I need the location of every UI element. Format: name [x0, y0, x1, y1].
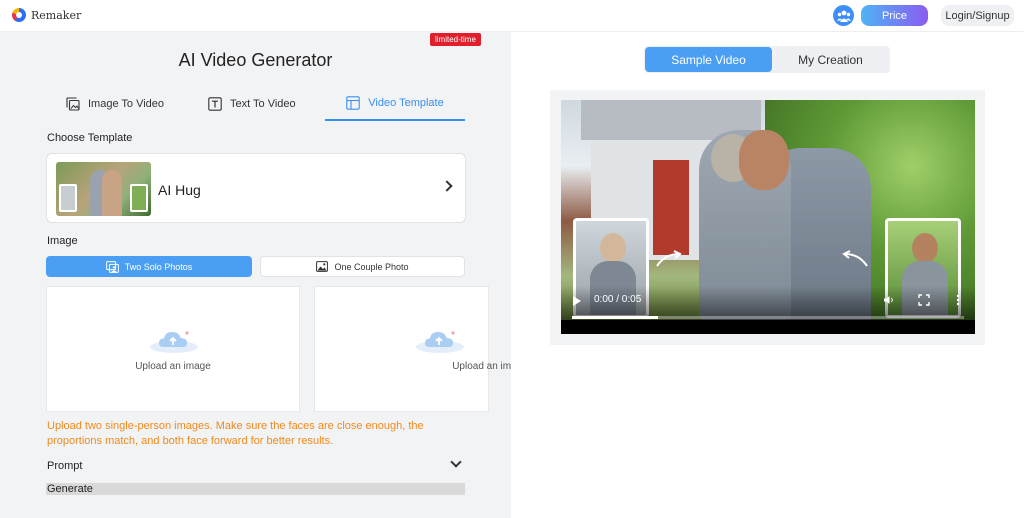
- generator-panel: AI Video Generator limited-time Image To…: [0, 32, 528, 518]
- tab-text-to-video[interactable]: Text To Video: [208, 87, 296, 121]
- fullscreen-icon[interactable]: [918, 294, 930, 306]
- preview-toggle: Sample Video My Creation: [644, 46, 890, 73]
- template-layout-icon: [346, 96, 361, 110]
- play-icon[interactable]: [573, 296, 581, 306]
- text-box-icon: [208, 97, 222, 111]
- top-bar: Remaker Price Login/Signup: [0, 0, 1024, 32]
- mode-label: Two Solo Photos: [124, 261, 193, 272]
- tab-label: Video Template: [368, 97, 444, 109]
- two-solo-photos-button[interactable]: Two Solo Photos: [46, 256, 252, 277]
- generator-tabs: Image To Video Text To Video Video Templ…: [46, 87, 466, 122]
- video-time: 0:00 / 0:05: [594, 294, 642, 305]
- logo-text: Remaker: [31, 8, 82, 22]
- photo-icon: [316, 261, 329, 272]
- image-stack-icon: [66, 97, 80, 111]
- preview-panel: Sample Video My Creation 0:00 / 0:05: [511, 32, 1024, 518]
- sample-video-tab[interactable]: Sample Video: [645, 47, 772, 72]
- mode-label: One Couple Photo: [334, 261, 409, 272]
- template-thumbnail: [56, 162, 151, 216]
- logo[interactable]: Remaker: [12, 8, 81, 22]
- my-creation-tab[interactable]: My Creation: [772, 47, 889, 72]
- login-signup-button[interactable]: Login/Signup: [941, 5, 1014, 26]
- choose-template-label: Choose Template: [47, 132, 133, 144]
- cloud-upload-icon: [416, 331, 464, 353]
- curved-arrow-icon: [656, 250, 682, 267]
- template-name: AI Hug: [158, 182, 201, 198]
- volume-icon[interactable]: [883, 294, 895, 306]
- tab-label: Text To Video: [230, 98, 296, 110]
- upload-label: Upload an image: [135, 361, 211, 372]
- prompt-label[interactable]: Prompt: [47, 460, 82, 472]
- remaker-logo-icon: [12, 8, 26, 22]
- image-label: Image: [47, 235, 78, 247]
- community-button[interactable]: [833, 5, 854, 26]
- two-photos-icon: [105, 260, 119, 273]
- chevron-down-icon[interactable]: [450, 456, 462, 468]
- tab-image-to-video[interactable]: Image To Video: [66, 87, 164, 121]
- page-title: AI Video Generator: [178, 50, 333, 70]
- limited-time-badge: limited-time: [430, 33, 481, 46]
- sample-video-player[interactable]: 0:00 / 0:05: [561, 100, 975, 334]
- video-controls: 0:00 / 0:05: [561, 286, 975, 334]
- upload-area-first[interactable]: Upload an image: [46, 286, 300, 412]
- cloud-upload-icon: [150, 331, 198, 353]
- price-button[interactable]: Price: [861, 5, 928, 26]
- more-options-icon[interactable]: [952, 294, 964, 306]
- video-progress-fill: [572, 316, 659, 319]
- video-progress-bar[interactable]: [572, 316, 964, 319]
- community-icon: [836, 10, 851, 22]
- video-container: 0:00 / 0:05: [550, 90, 985, 345]
- template-selector[interactable]: AI Hug: [46, 153, 466, 223]
- tab-label: Image To Video: [88, 98, 165, 110]
- chevron-right-icon: [441, 180, 453, 192]
- upload-area-second[interactable]: Upload an image: [314, 286, 528, 412]
- generate-button[interactable]: Generate: [46, 483, 465, 495]
- person-head: [739, 130, 789, 190]
- tab-video-template[interactable]: Video Template: [325, 87, 465, 121]
- one-couple-photo-button[interactable]: One Couple Photo: [260, 256, 465, 277]
- upload-hint: Upload two single-person images. Make su…: [47, 420, 424, 447]
- curved-arrow-icon: [842, 250, 868, 267]
